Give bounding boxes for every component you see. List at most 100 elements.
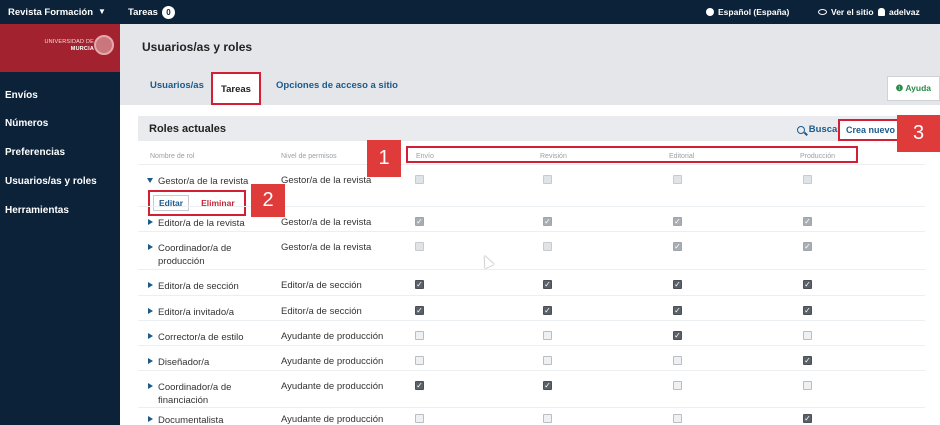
table-row[interactable]: Editor/a invitado/a Editor/a de sección …: [138, 295, 925, 320]
stage-checkbox-editorial[interactable]: ✓: [673, 280, 682, 289]
stage-checkbox-editorial[interactable]: [673, 414, 682, 423]
logo-line2: MURCIA: [70, 46, 94, 52]
collapse-arrow-icon[interactable]: [147, 178, 153, 183]
stage-checkbox-revision[interactable]: [543, 331, 552, 340]
stage-checkbox-envio[interactable]: ✓: [415, 306, 424, 315]
role-name: Coordinador/a de financiación: [158, 382, 232, 406]
tab-opciones-acceso[interactable]: Opciones de acceso a sitio: [276, 80, 398, 91]
stage-checkbox-produccion[interactable]: ✓: [803, 356, 812, 365]
stage-checkbox-editorial[interactable]: [673, 175, 682, 184]
table-row[interactable]: Editor/a de sección Editor/a de sección …: [138, 269, 925, 295]
stage-checkbox-produccion[interactable]: [803, 381, 812, 390]
caret-down-icon[interactable]: ▼: [98, 7, 106, 16]
expand-arrow-icon[interactable]: [148, 282, 153, 288]
user-icon: [878, 8, 885, 16]
role-name: Coordinador/a de producción: [158, 243, 232, 267]
panel-header: Roles actuales Buscar Crea nuevo rol: [138, 116, 925, 141]
stage-checkbox-editorial[interactable]: ✓: [673, 331, 682, 340]
table-row[interactable]: Diseñador/a Ayudante de producción ✓: [138, 345, 925, 370]
language-switcher[interactable]: Español (España): [706, 7, 789, 17]
stage-checkbox-produccion[interactable]: ✓: [803, 414, 812, 423]
role-level: Ayudante de producción: [281, 414, 384, 425]
expand-arrow-icon[interactable]: [148, 244, 153, 250]
view-site-link[interactable]: Ver el sitio: [818, 7, 874, 17]
search-link[interactable]: Buscar: [796, 124, 841, 135]
stage-checkbox-editorial[interactable]: ✓: [673, 306, 682, 315]
tasks-link[interactable]: Tareas 0: [128, 6, 175, 19]
stage-checkbox-envio[interactable]: [415, 414, 424, 423]
role-name: Diseñador/a: [158, 357, 210, 368]
username: adelvaz: [889, 7, 920, 17]
table-row[interactable]: Corrector/a de estilo Ayudante de produc…: [138, 320, 925, 345]
stage-checkbox-editorial[interactable]: [673, 381, 682, 390]
stage-checkbox-produccion[interactable]: [803, 331, 812, 340]
help-button[interactable]: ❶ Ayuda: [886, 76, 940, 101]
stage-checkbox-editorial[interactable]: ✓: [673, 242, 682, 251]
expand-arrow-icon[interactable]: [148, 308, 153, 314]
stage-checkbox-produccion[interactable]: ✓: [803, 280, 812, 289]
column-header-name: Nombre de rol: [150, 153, 195, 160]
stage-checkbox-envio[interactable]: ✓: [415, 381, 424, 390]
column-header-level: Nivel de permisos: [281, 153, 337, 160]
stage-checkbox-produccion[interactable]: ✓: [803, 242, 812, 251]
panel-title: Roles actuales: [149, 123, 227, 135]
stage-checkbox-produccion[interactable]: ✓: [803, 217, 812, 226]
stage-checkbox-revision[interactable]: [543, 242, 552, 251]
university-logo[interactable]: UNIVERSIDAD DE MURCIA: [0, 24, 120, 72]
logo-line1: UNIVERSIDAD DE: [44, 39, 94, 45]
role-level: Gestor/a de la revista: [281, 217, 372, 228]
search-label: Buscar: [808, 124, 841, 135]
stage-checkbox-envio[interactable]: ✓: [415, 280, 424, 289]
stage-checkbox-revision[interactable]: ✓: [543, 280, 552, 289]
sidebar-item-herramientas[interactable]: Herramientas: [5, 205, 69, 216]
stage-checkbox-revision[interactable]: ✓: [543, 217, 552, 226]
site-switcher[interactable]: Revista Formación: [8, 7, 93, 18]
stage-checkbox-editorial[interactable]: ✓: [673, 217, 682, 226]
role-level: Editor/a de sección: [281, 306, 362, 317]
eye-icon: [818, 9, 827, 15]
stage-checkbox-produccion[interactable]: [803, 175, 812, 184]
stage-columns-highlight: [406, 146, 858, 163]
role-level: Gestor/a de la revista: [281, 175, 372, 186]
role-level: Ayudante de producción: [281, 381, 384, 392]
sidebar-item-envios[interactable]: Envíos: [5, 90, 38, 101]
user-menu[interactable]: adelvaz: [878, 7, 920, 17]
role-level: Ayudante de producción: [281, 331, 384, 342]
role-name: Documentalista: [158, 415, 224, 425]
expand-arrow-icon[interactable]: [148, 219, 153, 225]
stage-checkbox-envio[interactable]: [415, 242, 424, 251]
expand-arrow-icon[interactable]: [148, 416, 153, 422]
stage-checkbox-revision[interactable]: ✓: [543, 381, 552, 390]
stage-checkbox-revision[interactable]: ✓: [543, 306, 552, 315]
stage-checkbox-envio[interactable]: [415, 356, 424, 365]
sidebar: UNIVERSIDAD DE MURCIA Envíos Números Pre…: [0, 24, 120, 425]
stage-checkbox-envio[interactable]: [415, 331, 424, 340]
role-name: Editor/a invitado/a: [158, 307, 235, 318]
page-header: Usuarios/as y roles Usuarios/as Tareas O…: [120, 24, 940, 105]
tasks-label: Tareas: [128, 7, 158, 18]
stage-checkbox-revision[interactable]: [543, 175, 552, 184]
table-row[interactable]: Coordinador/a de producción Gestor/a de …: [138, 231, 925, 269]
stage-checkbox-revision[interactable]: [543, 356, 552, 365]
role-name: Editor/a de la revista: [158, 218, 245, 229]
view-site-label: Ver el sitio: [831, 7, 874, 17]
help-icon: ❶: [895, 83, 904, 93]
table-row[interactable]: Documentalista Ayudante de producción ✓: [138, 407, 925, 425]
tab-tareas[interactable]: Tareas: [211, 72, 261, 105]
sidebar-item-usuarios-roles[interactable]: Usuarios/as y roles: [5, 176, 97, 187]
expand-arrow-icon[interactable]: [148, 333, 153, 339]
stage-checkbox-revision[interactable]: [543, 414, 552, 423]
page-title: Usuarios/as y roles: [142, 40, 253, 54]
tasks-count-badge: 0: [161, 6, 175, 19]
expand-arrow-icon[interactable]: [148, 383, 153, 389]
tab-usuarios[interactable]: Usuarios/as: [150, 80, 204, 91]
help-label: Ayuda: [905, 83, 931, 93]
stage-checkbox-envio[interactable]: ✓: [415, 217, 424, 226]
sidebar-item-preferencias[interactable]: Preferencias: [5, 147, 65, 158]
sidebar-item-numeros[interactable]: Números: [5, 118, 48, 129]
expand-arrow-icon[interactable]: [148, 358, 153, 364]
stage-checkbox-envio[interactable]: [415, 175, 424, 184]
stage-checkbox-produccion[interactable]: ✓: [803, 306, 812, 315]
table-row[interactable]: Coordinador/a de financiación Ayudante d…: [138, 370, 925, 407]
stage-checkbox-editorial[interactable]: [673, 356, 682, 365]
